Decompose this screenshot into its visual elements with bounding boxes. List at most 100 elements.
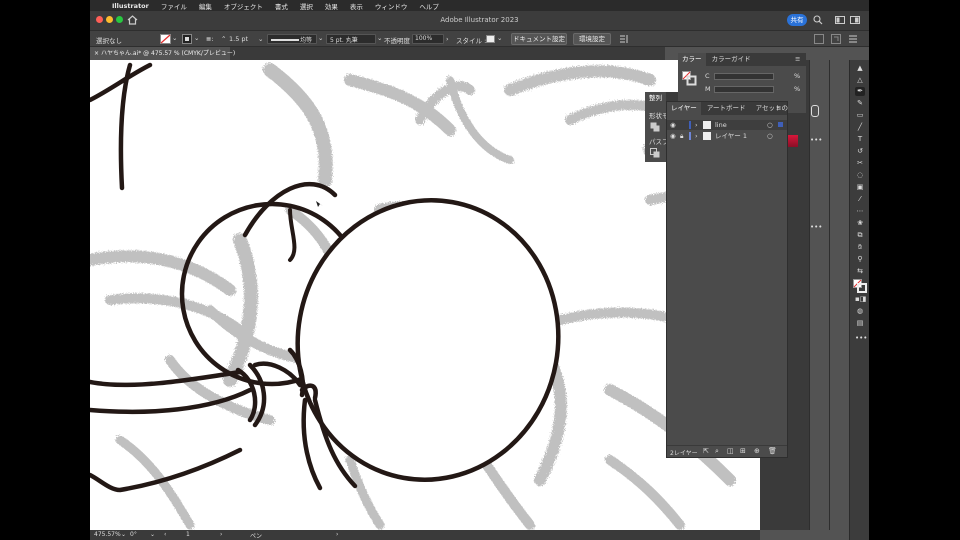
curvature-tool-icon[interactable]: ✎ bbox=[855, 99, 865, 108]
direct-selection-tool-icon[interactable]: △ bbox=[855, 76, 865, 85]
eye-icon[interactable]: ◉ bbox=[670, 120, 676, 130]
expand-arrow-icon[interactable]: › bbox=[695, 120, 698, 130]
preferences-button[interactable]: 環境設定 bbox=[573, 33, 611, 45]
menu-select[interactable]: 選択 bbox=[300, 1, 313, 11]
close-tab-icon[interactable]: × bbox=[94, 50, 101, 57]
tab-color-guide[interactable]: カラーガイド bbox=[708, 53, 755, 66]
menu-type[interactable]: 書式 bbox=[275, 1, 288, 11]
zoom-level[interactable]: 475.57% bbox=[94, 531, 121, 538]
eye-icon[interactable]: ◉ bbox=[670, 131, 676, 141]
channel-m-slider[interactable] bbox=[714, 86, 774, 93]
fill-swatch-icon[interactable] bbox=[160, 34, 171, 44]
menu-view[interactable]: 表示 bbox=[350, 1, 363, 11]
brush-definition[interactable]: 5 pt. 丸筆 bbox=[326, 34, 376, 44]
prev-artboard-icon[interactable]: ‹ bbox=[164, 531, 166, 538]
rotate-tool-icon[interactable]: ↺ bbox=[855, 147, 865, 156]
delete-layer-icon[interactable]: 🗑︎ bbox=[768, 447, 777, 455]
pen-tool-icon[interactable]: ✒ bbox=[855, 87, 865, 96]
rectangle-tool-icon[interactable]: ▭ bbox=[855, 111, 865, 120]
menu-object[interactable]: オブジェクト bbox=[224, 1, 263, 11]
style-dropdown-icon[interactable]: ⌄ bbox=[497, 34, 502, 42]
symbol-sprayer-tool-icon[interactable]: ❀ bbox=[855, 219, 865, 228]
opacity-input[interactable]: 100% bbox=[412, 34, 444, 44]
paintbrush-tool-icon[interactable]: ╱ bbox=[855, 123, 865, 132]
unite-icon[interactable] bbox=[650, 122, 660, 132]
tab-artboards[interactable]: アートボード bbox=[703, 102, 750, 115]
type-tool-icon[interactable]: T bbox=[855, 135, 865, 144]
selection-indicator[interactable] bbox=[778, 122, 783, 127]
screen-mode-icon[interactable]: ▤ bbox=[855, 319, 865, 328]
tab-align[interactable]: 整列 bbox=[645, 92, 666, 105]
tab-layers[interactable]: レイヤー bbox=[667, 102, 701, 115]
menu-effect[interactable]: 効果 bbox=[325, 1, 338, 11]
opacity-arrow-icon[interactable]: › bbox=[446, 35, 449, 43]
color-mode-icon[interactable]: ▪◨ bbox=[855, 295, 866, 304]
free-transform-tool-icon[interactable]: ▣ bbox=[855, 183, 865, 192]
panel-menu-icon[interactable]: ≡ bbox=[776, 102, 781, 115]
stroke-dropdown-icon[interactable]: ⌄ bbox=[194, 34, 199, 42]
stroke-weight-stepper[interactable]: ⌃ bbox=[221, 35, 226, 43]
search-icon[interactable] bbox=[813, 15, 823, 25]
menu-help[interactable]: ヘルプ bbox=[419, 1, 439, 11]
properties-panel-icon[interactable] bbox=[811, 105, 819, 117]
arrange-documents-icon[interactable] bbox=[850, 15, 860, 25]
scissors-tool-icon[interactable]: ✂ bbox=[855, 159, 865, 168]
hand-tool-icon[interactable]: ✋︎ bbox=[855, 243, 865, 252]
menu-file[interactable]: ファイル bbox=[161, 1, 187, 11]
document-tab[interactable]: × ハヤちゃん.ai* @ 475.57 % (CMYK/プレビュー) bbox=[90, 47, 235, 60]
artboard-number[interactable]: 1 bbox=[186, 531, 190, 538]
tab-assets[interactable]: アセットの bbox=[752, 102, 792, 115]
more-icon[interactable]: ••• bbox=[810, 223, 822, 231]
color-ramp[interactable] bbox=[788, 135, 798, 147]
more-icon[interactable]: ••• bbox=[810, 136, 822, 144]
menu-list-icon[interactable] bbox=[848, 34, 858, 44]
zoom-tool-icon[interactable]: ⚲ bbox=[855, 255, 865, 264]
app-menu[interactable]: Illustrator bbox=[112, 2, 149, 10]
stroke-swatch-icon[interactable] bbox=[182, 34, 192, 44]
lock-icon[interactable]: 🔒︎ bbox=[680, 131, 683, 141]
layer-name[interactable]: レイヤー 1 bbox=[715, 131, 747, 141]
panel-toggle-icon[interactable] bbox=[814, 34, 824, 44]
document-setup-button[interactable]: ドキュメント設定 bbox=[511, 33, 567, 45]
layer-row-1[interactable]: ◉ 🔒︎ › レイヤー 1 ○ bbox=[667, 131, 787, 141]
rotation-dropdown-icon[interactable]: ⌄ bbox=[150, 531, 155, 538]
menu-edit[interactable]: 編集 bbox=[199, 1, 212, 11]
fill-stroke-icon[interactable] bbox=[682, 71, 698, 93]
divide-icon[interactable] bbox=[650, 148, 660, 158]
selection-tool-icon[interactable]: ▲ bbox=[855, 64, 865, 73]
fill-stroke-toolbar-icon[interactable] bbox=[853, 279, 867, 293]
edit-toolbar-icon[interactable]: ••• bbox=[855, 334, 867, 343]
brush-dropdown-icon[interactable]: ⌄ bbox=[377, 34, 382, 42]
new-layer-icon[interactable]: ⊕ bbox=[754, 447, 760, 455]
export-icon[interactable]: ⇱ bbox=[703, 447, 709, 455]
fill-dropdown-icon[interactable]: ⌄ bbox=[172, 34, 177, 42]
workspace-icon[interactable] bbox=[835, 15, 845, 25]
stroke-weight-dropdown-icon[interactable]: ⌄ bbox=[258, 35, 263, 43]
rotation-value[interactable]: 0° bbox=[130, 531, 137, 538]
eyedropper-tool-icon[interactable]: ⁄ bbox=[855, 195, 865, 204]
zoom-dropdown-icon[interactable]: ⌄ bbox=[121, 531, 126, 538]
share-button[interactable]: 共有 bbox=[787, 14, 807, 26]
channel-c-slider[interactable] bbox=[714, 73, 774, 80]
target-icon[interactable]: ○ bbox=[767, 120, 773, 130]
draw-mode-icon[interactable]: ◍ bbox=[855, 307, 865, 316]
clipping-mask-icon[interactable]: ◫ bbox=[727, 447, 734, 455]
next-artboard-icon[interactable]: › bbox=[220, 531, 222, 538]
tab-color[interactable]: カラー bbox=[678, 53, 706, 66]
swap-colors-icon[interactable]: ⇆ bbox=[855, 267, 865, 276]
target-icon[interactable]: ○ bbox=[767, 131, 773, 141]
stroke-weight-value[interactable]: 1.5 pt bbox=[229, 35, 248, 43]
shape-builder-tool-icon[interactable]: ◌ bbox=[855, 171, 865, 180]
variable-width-profile[interactable]: 均等 bbox=[267, 34, 317, 44]
blend-tool-icon[interactable]: ⋯ bbox=[855, 207, 865, 216]
profile-dropdown-icon[interactable]: ⌄ bbox=[318, 34, 323, 42]
locate-object-icon[interactable]: ⌕ bbox=[715, 447, 719, 456]
layer-name[interactable]: line bbox=[715, 120, 727, 130]
panel-menu-icon[interactable]: ≡ bbox=[795, 53, 800, 66]
new-sublayer-icon[interactable]: ⊞ bbox=[740, 447, 746, 455]
status-arrow-icon[interactable]: › bbox=[336, 531, 338, 538]
gpu-performance-icon[interactable] bbox=[831, 34, 841, 44]
menu-window[interactable]: ウィンドウ bbox=[375, 1, 408, 11]
artboard-tool-icon[interactable]: ⧉ bbox=[855, 231, 865, 240]
style-swatch[interactable] bbox=[486, 35, 495, 43]
